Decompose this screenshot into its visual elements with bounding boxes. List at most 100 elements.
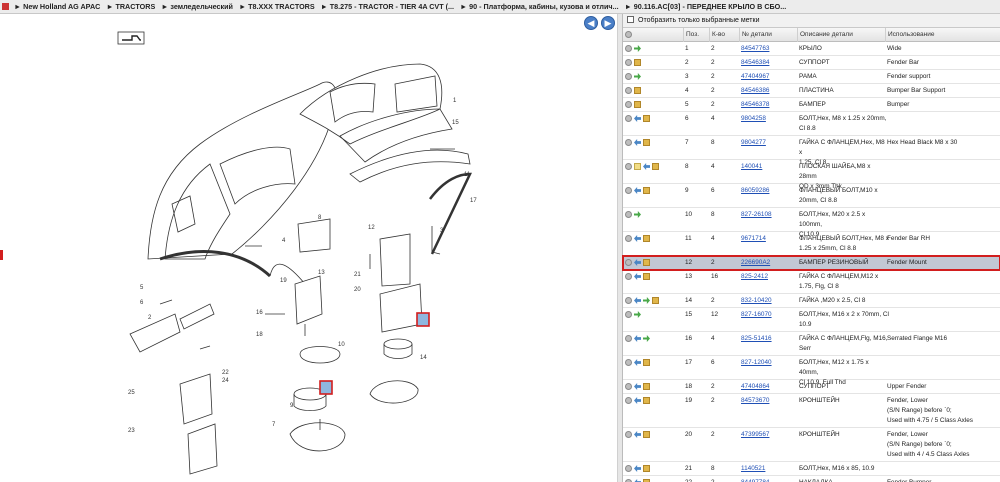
part-number-link[interactable]: 9671714 [741,234,766,244]
highlight-callout[interactable] [319,380,333,395]
table-row[interactable]: 17 6 827-12040 БОЛТ,Hex, M12 x 1.75 x 40mm,… [623,356,1000,386]
part-number-link[interactable]: 9804258 [741,114,766,124]
package-icon[interactable] [643,139,650,146]
table-row[interactable]: 11 4 9671714 ФЛАНЦЕВЫЙ БОЛТ,Hex, M8 x 1.25 x… [623,232,1000,256]
swap-icon[interactable] [634,273,641,280]
part-number-link[interactable]: 226690A2 [741,258,770,268]
part-number-link[interactable]: 9804277 [741,138,766,148]
add-to-cart-icon[interactable] [625,397,632,404]
swap-icon[interactable] [634,359,641,366]
column-header-desc[interactable]: Описание детали [797,28,885,42]
table-row[interactable]: 1 2 84547763 КРЫЛО Wide [623,42,1000,56]
add-to-cart-icon[interactable] [625,139,632,146]
part-number-link[interactable]: 832-10420 [741,296,772,306]
package-icon[interactable] [643,465,650,472]
swap-icon[interactable] [634,139,641,146]
part-number-link[interactable]: 84547763 [741,44,769,54]
breadcrumb-item[interactable]: ► T8.XXX TRACTORS [239,2,315,11]
table-row[interactable]: 4 2 84546386 ПЛАСТИНА Bumper Bar Support [623,84,1000,98]
swap-icon[interactable] [634,431,641,438]
swap-icon[interactable] [634,335,641,342]
package-icon[interactable] [634,101,641,108]
breadcrumb-item[interactable]: ► New Holland AG APAC [14,2,100,11]
table-row[interactable]: 20 2 47399567 КРОНШТЕЙН Fender, Lower (S/N Ra… [623,428,1000,462]
package-icon[interactable] [643,259,650,266]
package-icon[interactable] [652,297,659,304]
add-to-cart-icon[interactable] [625,311,632,318]
package-icon[interactable] [643,115,650,122]
filter-checkbox[interactable] [627,16,634,23]
add-to-cart-icon[interactable] [625,259,632,266]
filter-bar[interactable]: Отобразить только выбранные метки [623,14,1000,28]
part-number-link[interactable]: 84497784 [741,478,769,482]
breadcrumb-item[interactable]: ► 90.116.AC[03] - ПЕРЕДНЕЕ КРЫЛО В СБО..… [625,2,787,11]
highlight-callout[interactable] [416,312,430,327]
table-row[interactable]: 16 4 825-51416 ГАЙКА С ФЛАНЦЕМ,Flg, M16, Ser… [623,332,1000,356]
add-to-cart-icon[interactable] [625,335,632,342]
part-number-link[interactable]: 825-51416 [741,334,772,344]
add-to-cart-icon[interactable] [625,59,632,66]
column-header-pos[interactable]: Поз. [683,28,709,42]
part-number-link[interactable]: 47404864 [741,382,769,392]
table-row[interactable]: 5 2 84546378 БАМПЕР Bumper [623,98,1000,112]
package-icon[interactable] [643,359,650,366]
swap-icon[interactable] [634,187,641,194]
part-number-link[interactable]: 47399567 [741,430,769,440]
package-icon[interactable] [652,163,659,170]
column-header-qty[interactable]: К-во [709,28,739,42]
add-to-cart-icon[interactable] [625,297,632,304]
go-arrow-icon[interactable] [643,335,650,342]
add-to-cart-icon[interactable] [625,383,632,390]
swap-icon[interactable] [634,259,641,266]
go-arrow-icon[interactable] [634,73,641,80]
exploded-diagram[interactable]: 1 15 17 11 3 4 8 13 19 18 16 10 12 21 20… [0,14,617,482]
table-row[interactable]: 14 2 832-10420 ГАЙКА ,M20 x 2.5, Cl 8 [623,294,1000,308]
note-icon[interactable] [634,163,641,170]
part-number-link[interactable]: 84573670 [741,396,769,406]
home-icon[interactable] [2,3,9,10]
add-to-cart-icon[interactable] [625,163,632,170]
package-icon[interactable] [643,397,650,404]
breadcrumb-item[interactable]: ► земледельческий [161,2,233,11]
breadcrumb-item[interactable]: ► T8.275 - TRACTOR - TIER 4A CVT (... [321,2,454,11]
add-to-cart-icon[interactable] [625,211,632,218]
table-row[interactable]: 12 2 226690A2 БАМПЕР РЕЗИНОВЫЙ Fender Mount [622,255,1000,271]
table-row[interactable]: 2 2 84546384 СУППОРТ Fender Bar [623,56,1000,70]
swap-icon[interactable] [634,115,641,122]
table-row[interactable]: 3 2 47404967 РАМА Fender support [623,70,1000,84]
add-to-cart-icon[interactable] [625,187,632,194]
table-row[interactable]: 8 4 140041 ПЛОСКАЯ ШАЙБА,M8 x 28mm OD x 3mm … [623,160,1000,190]
add-all-icon[interactable] [625,31,632,38]
part-number-link[interactable]: 827-16070 [741,310,772,320]
go-arrow-icon[interactable] [634,311,641,318]
swap-icon[interactable] [634,297,641,304]
table-row[interactable]: 6 4 9804258 БОЛТ,Hex, M8 x 1.25 x 20mm, Cl 8… [623,112,1000,136]
add-to-cart-icon[interactable] [625,235,632,242]
part-number-link[interactable]: 827-12040 [741,358,772,368]
add-to-cart-icon[interactable] [625,87,632,94]
swap-icon[interactable] [634,397,641,404]
table-row[interactable]: 13 16 825-2412 ГАЙКА С ФЛАНЦЕМ,M12 x 1.75, F… [623,270,1000,294]
add-to-cart-icon[interactable] [625,101,632,108]
part-number-link[interactable]: 84546386 [741,86,769,96]
go-arrow-icon[interactable] [634,45,641,52]
table-row[interactable]: 18 2 47404864 СУППОРТ Upper Fender [623,380,1000,394]
swap-icon[interactable] [634,383,641,390]
table-row[interactable]: 9 6 86059286 ФЛАНЦЕВЫЙ БОЛТ,M10 x 20mm, Cl 8… [623,184,1000,208]
table-row[interactable]: 7 8 9804277 ГАЙКА С ФЛАНЦЕМ,Hex, M8 x 1.25, … [623,136,1000,166]
package-icon[interactable] [643,235,650,242]
table-row[interactable]: 22284497784НАКЛАДКАFender Bumper(S/N Ran… [623,476,1000,482]
package-icon[interactable] [643,187,650,194]
part-number-link[interactable]: 825-2412 [741,272,768,282]
package-icon[interactable] [643,431,650,438]
add-to-cart-icon[interactable] [625,115,632,122]
add-to-cart-icon[interactable] [625,273,632,280]
part-number-link[interactable]: 84546378 [741,100,769,110]
add-to-cart-icon[interactable] [625,45,632,52]
table-row[interactable]: 21 8 1140521 БОЛТ,Hex, M16 x 85, 10.9 [623,462,1000,476]
package-icon[interactable] [634,59,641,66]
add-to-cart-icon[interactable] [625,431,632,438]
forward-arrow-icon[interactable]: ▶ [601,16,615,30]
add-to-cart-icon[interactable] [625,465,632,472]
go-arrow-icon[interactable] [634,211,641,218]
